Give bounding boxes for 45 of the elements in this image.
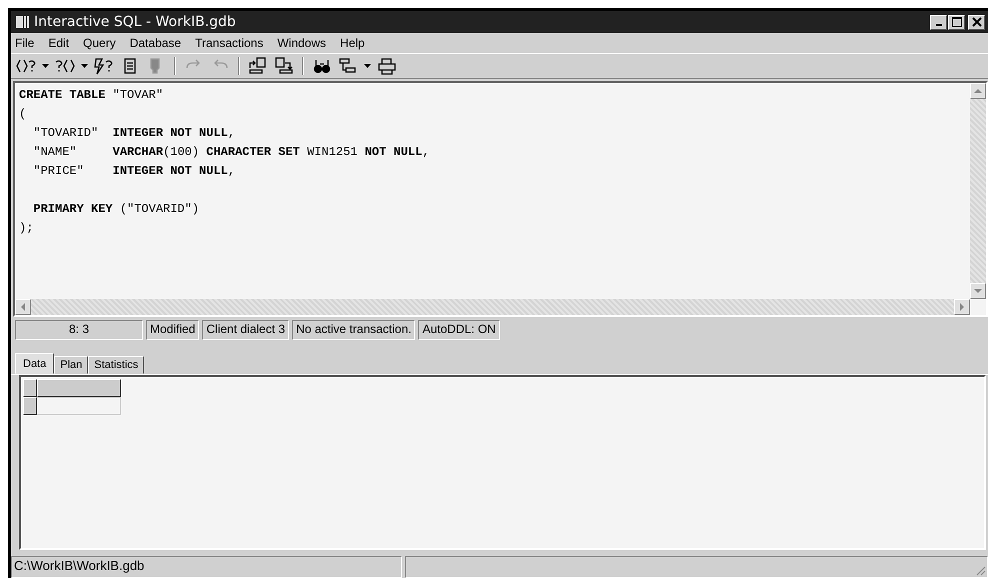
close-button[interactable] [968, 14, 985, 30]
lightning-icon[interactable] [93, 56, 115, 76]
tab[interactable]: Statistics [88, 356, 144, 374]
code-line: "NAME" VARCHAR(100) CHARACTER SET WIN1251 NOT NULL, [32, 144, 431, 161]
down-arrow-icon [974, 288, 982, 294]
code-line: CREATE TABLE "TOVAR" [19, 87, 164, 104]
left-arrow-icon [20, 303, 26, 311]
menu-item[interactable]: File [15, 36, 34, 50]
menu-item[interactable]: Windows [277, 36, 326, 50]
window-title: Interactive SQL - WorkIB.gdb [34, 14, 236, 30]
close-icon [972, 17, 982, 27]
code-line: ( [19, 106, 28, 123]
code-line: ); [19, 220, 34, 237]
maximize-button[interactable] [948, 14, 965, 30]
menu-item[interactable]: Transactions [195, 36, 264, 50]
code-line: "TOVARID" INTEGER NOT NULL, [32, 125, 236, 142]
menu-item[interactable]: Database [130, 36, 182, 50]
vertical-scrollbar[interactable] [970, 83, 986, 299]
column-header[interactable] [37, 379, 121, 397]
horizontal-scrollbar[interactable] [15, 299, 970, 315]
status-panel: Client dialect 3 [202, 320, 290, 340]
code-line: PRIMARY KEY ("TOVARID") [32, 201, 200, 218]
menu-item[interactable]: Help [340, 36, 365, 50]
menu-item[interactable]: Query [83, 36, 116, 50]
maximize-icon [952, 17, 962, 27]
status-panel: AutoDDL: ON [418, 320, 500, 340]
tab[interactable]: Plan [54, 356, 88, 374]
sql-editor[interactable]: CREATE TABLE "TOVAR" ( "TOVARID" INTEGER NOT NULL, "NAME" VARCHAR(100) CHARACTER SET WIN1251 NOT NULL, "PRICE" INTEGER NOT NULL, PRIMARY KEY ("TOVARID") ); [13, 81, 988, 317]
row-indicator[interactable] [23, 397, 37, 415]
status-panel: No active transaction. [292, 320, 416, 340]
document-arrow-icon[interactable] [273, 56, 295, 76]
row-indicator[interactable] [23, 379, 37, 397]
tab[interactable]: Data [15, 353, 54, 374]
status-panel: 8: 3 [15, 320, 143, 340]
right-arrow-icon [959, 303, 965, 311]
printer-icon[interactable] [376, 56, 398, 76]
resize-grip-icon[interactable] [974, 564, 986, 576]
minimize-button[interactable] [930, 14, 947, 30]
minimize-icon [936, 24, 942, 26]
up-arrow-icon [974, 88, 982, 94]
menu-item[interactable]: Edit [48, 36, 70, 50]
code-line: "PRICE" INTEGER NOT NULL, [32, 163, 236, 180]
app-icon [14, 14, 30, 30]
status-panel: C:\WorkIB\WorkIB.gdb [11, 556, 402, 578]
status-panel: Modified [146, 320, 200, 340]
